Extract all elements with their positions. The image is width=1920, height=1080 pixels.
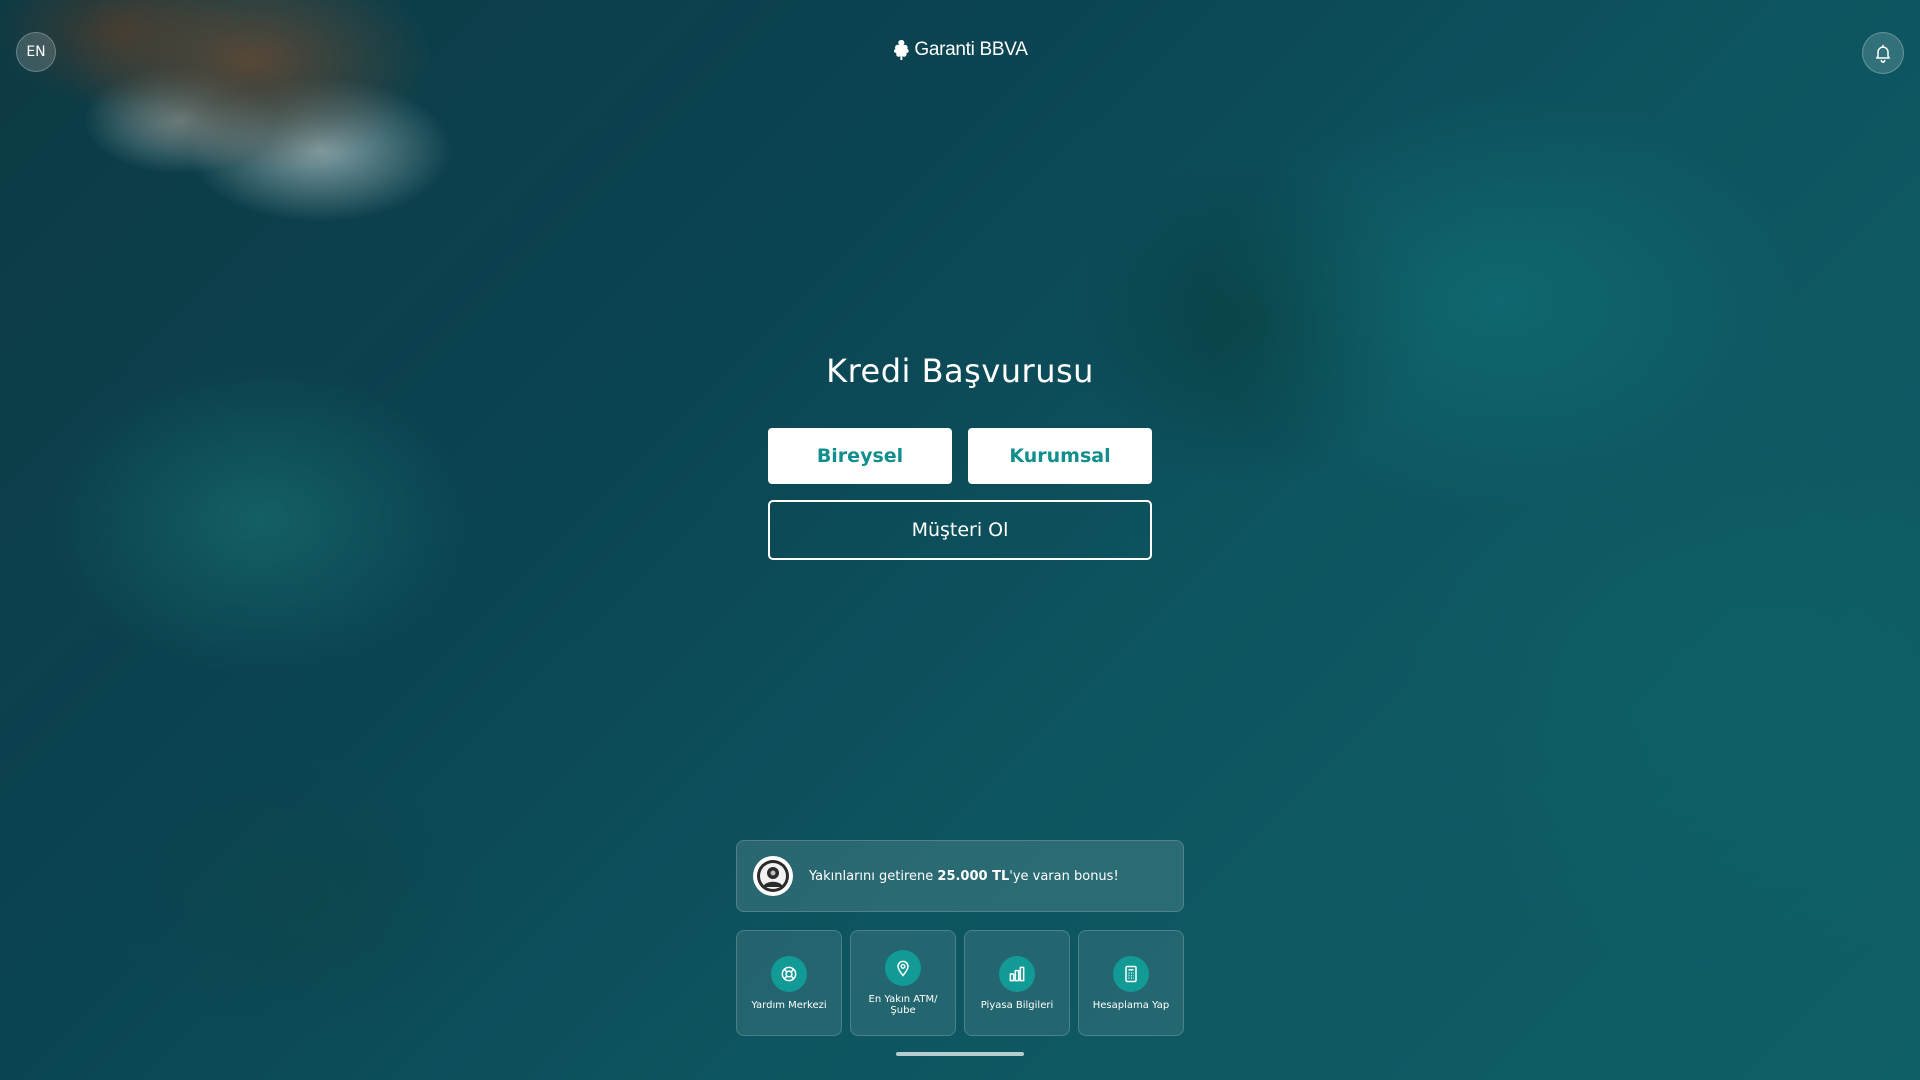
quick-link-calculator[interactable]: Hesaplama Yap — [1078, 930, 1184, 1036]
promo-text: Yakınlarını getirene 25.000 TL'ye varan … — [809, 868, 1119, 884]
quick-link-label: En Yakın ATM/ Şube — [868, 994, 938, 1016]
page-title: Kredi Başvurusu — [826, 352, 1094, 390]
quick-link-label: Hesaplama Yap — [1092, 999, 1170, 1011]
language-switch-button[interactable]: EN — [16, 32, 56, 72]
calculator-icon — [1113, 955, 1149, 992]
quick-link-label: Yardım Merkezi — [751, 999, 827, 1011]
logo-text: Garanti BBVA — [914, 39, 1028, 60]
bell-icon — [1876, 44, 1890, 63]
quick-link-label: Piyasa Bilgileri — [980, 999, 1054, 1011]
language-label: EN — [26, 44, 46, 60]
bar-chart-icon — [999, 955, 1035, 992]
home-indicator — [896, 1052, 1024, 1056]
notifications-button[interactable] — [1862, 32, 1904, 74]
quick-link-nearest-atm-branch[interactable]: En Yakın ATM/ Şube — [850, 930, 956, 1036]
garanti-clover-icon — [893, 40, 909, 60]
location-pin-icon — [885, 950, 921, 986]
quick-link-market-info[interactable]: Piyasa Bilgileri — [964, 930, 1070, 1036]
individual-button[interactable]: Bireysel — [768, 428, 952, 484]
become-customer-button[interactable]: Müşteri Ol — [768, 500, 1152, 560]
bonus-amount: 25.000 TL — [937, 868, 1010, 884]
avatar-icon — [753, 856, 793, 896]
garanti-bbva-logo: Garanti BBVA — [892, 38, 1028, 62]
customer-type-buttons: Bireysel Kurumsal — [768, 428, 1152, 484]
referral-promo-banner[interactable]: Yakınlarını getirene 25.000 TL'ye varan … — [736, 840, 1184, 912]
quick-links: Yardım Merkezi En Yakın ATM/ Şube Piyasa… — [736, 930, 1184, 1036]
help-lifebuoy-icon — [771, 955, 807, 992]
corporate-button[interactable]: Kurumsal — [968, 428, 1152, 484]
quick-link-help-center[interactable]: Yardım Merkezi — [736, 930, 842, 1036]
top-bar: EN Garanti BBVA — [0, 0, 1920, 104]
